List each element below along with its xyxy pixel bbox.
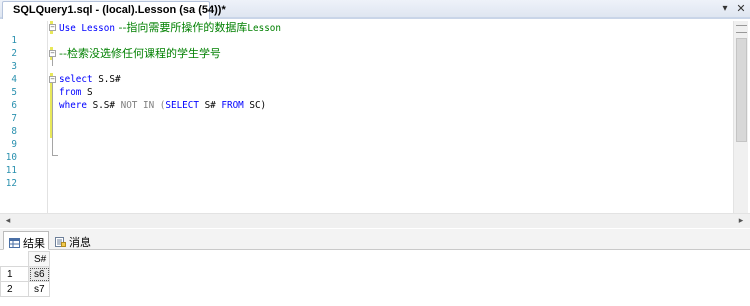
- grid-corner[interactable]: [0, 251, 29, 267]
- collapse-block-icon[interactable]: −: [49, 76, 56, 83]
- document-tab[interactable]: SQLQuery1.sql - (local).Lesson (sa (54))…: [2, 1, 226, 19]
- identifier: S#: [198, 100, 222, 111]
- messages-icon: [55, 237, 66, 247]
- identifier: S.S#: [87, 100, 115, 111]
- comment: Lesson: [247, 23, 282, 34]
- line-number: 12: [5, 178, 17, 189]
- vertical-scroll-thumb[interactable]: [736, 38, 747, 142]
- code-line: 12: [0, 164, 720, 189]
- tab-results[interactable]: 结果: [3, 231, 49, 250]
- editor-horizontal-scrollbar[interactable]: ◂ ▸: [0, 213, 750, 228]
- code-line: 6 from S: [0, 86, 720, 111]
- keyword: select: [59, 74, 93, 85]
- row-number[interactable]: 1: [0, 266, 29, 282]
- comment: --指向需要所操作的数据库: [114, 21, 248, 34]
- tab-list-dropdown-icon[interactable]: ▾: [718, 2, 732, 16]
- grid-cell[interactable]: s6: [28, 266, 50, 282]
- column-header[interactable]: S#: [28, 251, 50, 267]
- document-tabstrip: SQLQuery1.sql - (local).Lesson (sa (54))…: [0, 0, 750, 19]
- keyword: from: [59, 87, 82, 98]
- code-line: 7 where S.S# NOT IN (SELECT S# FROM SC): [0, 99, 720, 124]
- grid-results-icon: [9, 238, 20, 248]
- row-number[interactable]: 2: [0, 281, 29, 297]
- close-tab-icon[interactable]: ✕: [734, 2, 748, 16]
- code-line: 9: [0, 125, 720, 150]
- code-line: 4: [0, 60, 720, 85]
- tab-messages[interactable]: 消息: [50, 231, 92, 250]
- keyword: SELECT: [165, 100, 199, 111]
- scroll-right-arrow-icon[interactable]: ▸: [734, 214, 748, 228]
- code-line: 5 − select S.S#: [0, 73, 720, 98]
- tab-messages-label: 消息: [69, 236, 91, 249]
- table-row[interactable]: 2 s7: [0, 281, 50, 297]
- operator: NOT IN: [115, 100, 160, 111]
- code-line: 10: [0, 138, 720, 163]
- keyword: where: [59, 100, 87, 111]
- code-line: 2: [0, 34, 720, 59]
- comment: --检索没选修任何课程的学生学号: [59, 47, 221, 60]
- collapse-block-icon[interactable]: −: [49, 50, 56, 57]
- results-grid-area: S# 1 s6 2 s7: [0, 251, 750, 306]
- collapse-block-icon[interactable]: −: [49, 24, 56, 31]
- identifier: S: [81, 87, 93, 98]
- scroll-left-arrow-icon[interactable]: ◂: [1, 214, 15, 228]
- identifier: S.S#: [92, 74, 121, 85]
- editor-vertical-scrollbar[interactable]: [733, 21, 748, 213]
- identifier: SC): [243, 100, 267, 111]
- results-grid[interactable]: S# 1 s6 2 s7: [0, 251, 50, 297]
- code-line: 8: [0, 112, 720, 137]
- split-handle[interactable]: [736, 25, 747, 33]
- keyword: Use Lesson: [59, 23, 115, 34]
- code-line: 11: [0, 151, 720, 176]
- keyword: FROM: [221, 100, 244, 111]
- code-line: 1 − Use Lesson --指向需要所操作的数据库Lesson: [0, 21, 720, 46]
- grid-cell[interactable]: s7: [28, 281, 50, 297]
- results-tab-bar: 结果 消息: [0, 229, 750, 250]
- tab-results-label: 结果: [23, 237, 45, 250]
- table-row[interactable]: 1 s6: [0, 266, 50, 282]
- grid-header-row: S#: [0, 251, 50, 267]
- sql-editor[interactable]: 1 − Use Lesson --指向需要所操作的数据库Lesson 2 3 −…: [0, 21, 750, 213]
- code-line: 3 − --检索没选修任何课程的学生学号: [0, 47, 720, 72]
